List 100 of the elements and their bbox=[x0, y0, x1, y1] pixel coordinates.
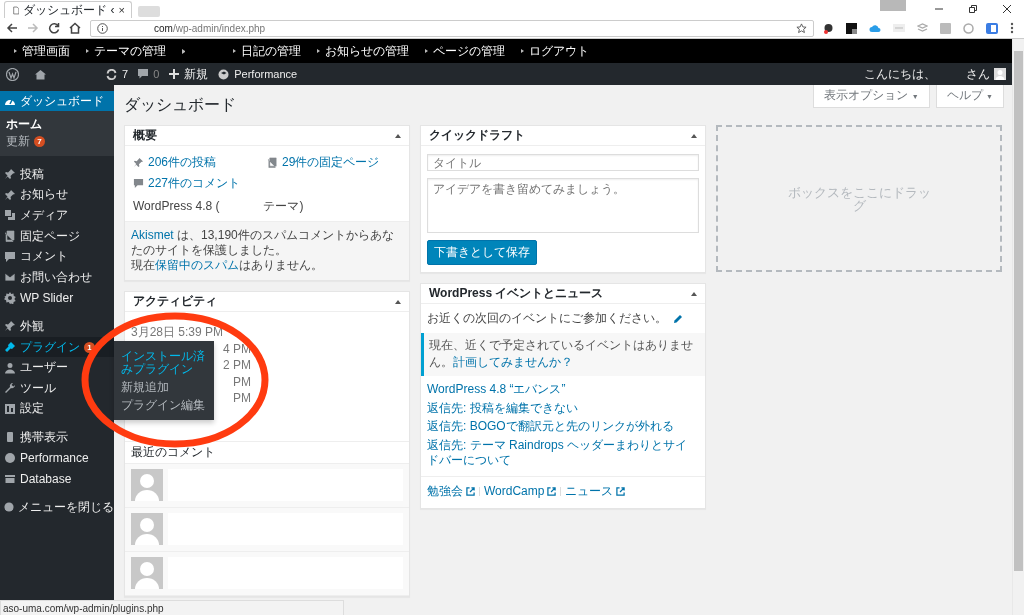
avatar-icon bbox=[131, 468, 163, 501]
address-bar[interactable]: com/wp-admin/index.php bbox=[90, 19, 814, 37]
text-link[interactable]: 計画してみませんか？ bbox=[453, 355, 573, 369]
menu-item[interactable]: 固定ページ bbox=[0, 225, 114, 247]
save-draft-button[interactable]: 下書きとして保存 bbox=[427, 240, 537, 265]
close-icon[interactable] bbox=[1002, 4, 1012, 14]
menu-item[interactable]: コメント bbox=[0, 246, 114, 267]
menu-item[interactable]: 携帯表示 bbox=[0, 427, 114, 448]
content-field[interactable]: アイデアを書き留めてみましょう。 bbox=[427, 178, 699, 233]
extension-icon[interactable] bbox=[823, 22, 834, 34]
greeting-text: こんにちは、 bbox=[864, 65, 936, 83]
comments-link[interactable]: 0 bbox=[138, 68, 160, 80]
cloud-icon[interactable] bbox=[869, 23, 881, 33]
pin-icon bbox=[133, 157, 144, 168]
extension-icon[interactable] bbox=[846, 22, 857, 34]
external-link[interactable]: ニュース bbox=[565, 482, 626, 500]
site-link[interactable]: テーマの管理 bbox=[86, 42, 166, 60]
browser-tab[interactable]: ダッシュボード ‹ × bbox=[4, 1, 132, 18]
stat-link[interactable]: 206件の投稿 bbox=[133, 154, 267, 171]
site-link[interactable]: ログアウト bbox=[521, 42, 589, 60]
comment-icon bbox=[133, 178, 144, 189]
menu-icon bbox=[4, 361, 16, 374]
title-field[interactable]: タイトル bbox=[427, 154, 699, 171]
submenu-item[interactable]: ホーム bbox=[0, 116, 114, 133]
toggle-icon[interactable] bbox=[395, 299, 401, 304]
wordpress-logo[interactable] bbox=[6, 67, 19, 81]
menu-item[interactable]: 外観 bbox=[0, 316, 114, 337]
submenu-item[interactable]: 更新 7 bbox=[0, 133, 114, 150]
back-icon[interactable] bbox=[6, 22, 18, 34]
menu-item[interactable]: メディア bbox=[0, 205, 114, 226]
flyout-item[interactable]: 新規追加 bbox=[114, 379, 214, 398]
menu-item[interactable]: 投稿 bbox=[0, 164, 114, 185]
home-icon[interactable] bbox=[35, 68, 46, 80]
menu-icon bbox=[4, 271, 16, 284]
external-link-icon bbox=[616, 486, 626, 496]
updates-link[interactable]: 7 bbox=[106, 68, 129, 80]
toggle-icon[interactable] bbox=[395, 133, 401, 138]
text-link[interactable]: Akismet bbox=[131, 228, 174, 242]
stat-link[interactable]: 29件の固定ページ bbox=[267, 154, 401, 171]
restore-icon[interactable] bbox=[968, 4, 978, 14]
menu-item[interactable]: Database bbox=[0, 468, 114, 489]
menu-item[interactable]: ツール bbox=[0, 377, 114, 399]
menu-icon bbox=[4, 472, 16, 485]
menu-item[interactable]: 設定 bbox=[0, 398, 114, 420]
menu-icon bbox=[4, 501, 14, 514]
site-link[interactable]: お知らせの管理 bbox=[317, 42, 409, 60]
new-link[interactable]: 新規 bbox=[169, 65, 209, 83]
menu-item[interactable]: お問い合わせ bbox=[0, 266, 114, 288]
scrollbar[interactable] bbox=[1012, 39, 1024, 615]
performance-link[interactable]: Performance bbox=[218, 68, 298, 80]
reload-icon[interactable] bbox=[48, 22, 60, 34]
menu-item[interactable]: ユーザー bbox=[0, 357, 114, 378]
post-date: 3月28日 5:39 PM bbox=[131, 323, 224, 341]
akismet-text: 現在保留中のスパムはありません。 bbox=[131, 258, 324, 273]
menu-icon[interactable] bbox=[1010, 22, 1014, 34]
count-badge: 7 bbox=[34, 136, 45, 147]
site-link[interactable]: 管理画面 bbox=[14, 42, 70, 60]
dashboard-menu-item[interactable]: ダッシュボード bbox=[0, 91, 114, 111]
menu-item[interactable]: Performance bbox=[0, 447, 114, 469]
comment-icon bbox=[138, 69, 149, 79]
refresh-icon bbox=[106, 68, 117, 80]
post-date: 2 PM bbox=[223, 358, 251, 373]
toggle-icon[interactable] bbox=[691, 133, 697, 138]
bullet-icon bbox=[182, 48, 185, 54]
events-notice: 現在、近くで予定されているイベントはありません。計画してみませんか？ bbox=[421, 333, 705, 376]
widget-title: クイックドラフト bbox=[429, 127, 525, 144]
pencil-icon[interactable] bbox=[673, 313, 683, 324]
text-link[interactable]: 保留中のスパム bbox=[155, 258, 239, 272]
news-link[interactable]: 返信先: テーマ Raindrops ヘッダーまわりとサイドバーについて bbox=[427, 437, 699, 469]
menu-icon bbox=[4, 291, 16, 304]
flyout-item[interactable]: インストール済みプラグイン bbox=[114, 347, 214, 380]
menu-icon bbox=[4, 320, 16, 333]
toggle-icon[interactable] bbox=[691, 291, 697, 296]
stat-link[interactable]: 227件のコメント bbox=[133, 175, 267, 192]
info-icon bbox=[97, 22, 108, 34]
home-icon[interactable] bbox=[69, 22, 81, 34]
news-link[interactable]: 返信先: BOGOで翻訳元と先のリンクが外れる bbox=[427, 419, 699, 435]
flyout-item[interactable]: プラグイン編集 bbox=[114, 397, 214, 416]
site-link[interactable]: ページの管理 bbox=[425, 42, 505, 60]
news-link[interactable]: 返信先: 投稿を編集できない bbox=[427, 400, 699, 417]
menu-item[interactable]: お知らせ bbox=[0, 184, 114, 206]
star-icon[interactable] bbox=[796, 22, 807, 34]
tab-close-button[interactable]: × bbox=[118, 4, 125, 16]
site-link[interactable]: 日記の管理 bbox=[233, 42, 301, 60]
external-link-icon bbox=[466, 486, 475, 496]
news-link[interactable]: WordPress 4.8 “エバンス” bbox=[427, 382, 699, 398]
external-link[interactable]: WordCamp bbox=[484, 484, 557, 499]
version-text: WordPress 4.8 ( bbox=[133, 199, 220, 213]
menu-item[interactable]: WP Slider bbox=[0, 287, 114, 309]
user-name[interactable]: さん bbox=[966, 65, 990, 83]
menu-item[interactable]: メニューを閉じる bbox=[0, 496, 114, 518]
external-link[interactable]: 勉強会 bbox=[427, 482, 475, 500]
menu-icon bbox=[4, 431, 16, 444]
widget-title: WordPress イベントとニュース bbox=[429, 285, 604, 302]
status-url: aso-uma.com/wp-admin/plugins.php bbox=[0, 600, 344, 615]
menu-icon bbox=[4, 402, 16, 415]
events-intro: お近くの次回のイベントにご参加ください。 bbox=[427, 310, 667, 327]
widget-title: アクティビティ bbox=[133, 293, 217, 310]
menu-icon bbox=[4, 230, 16, 243]
menu-icon bbox=[4, 452, 16, 464]
